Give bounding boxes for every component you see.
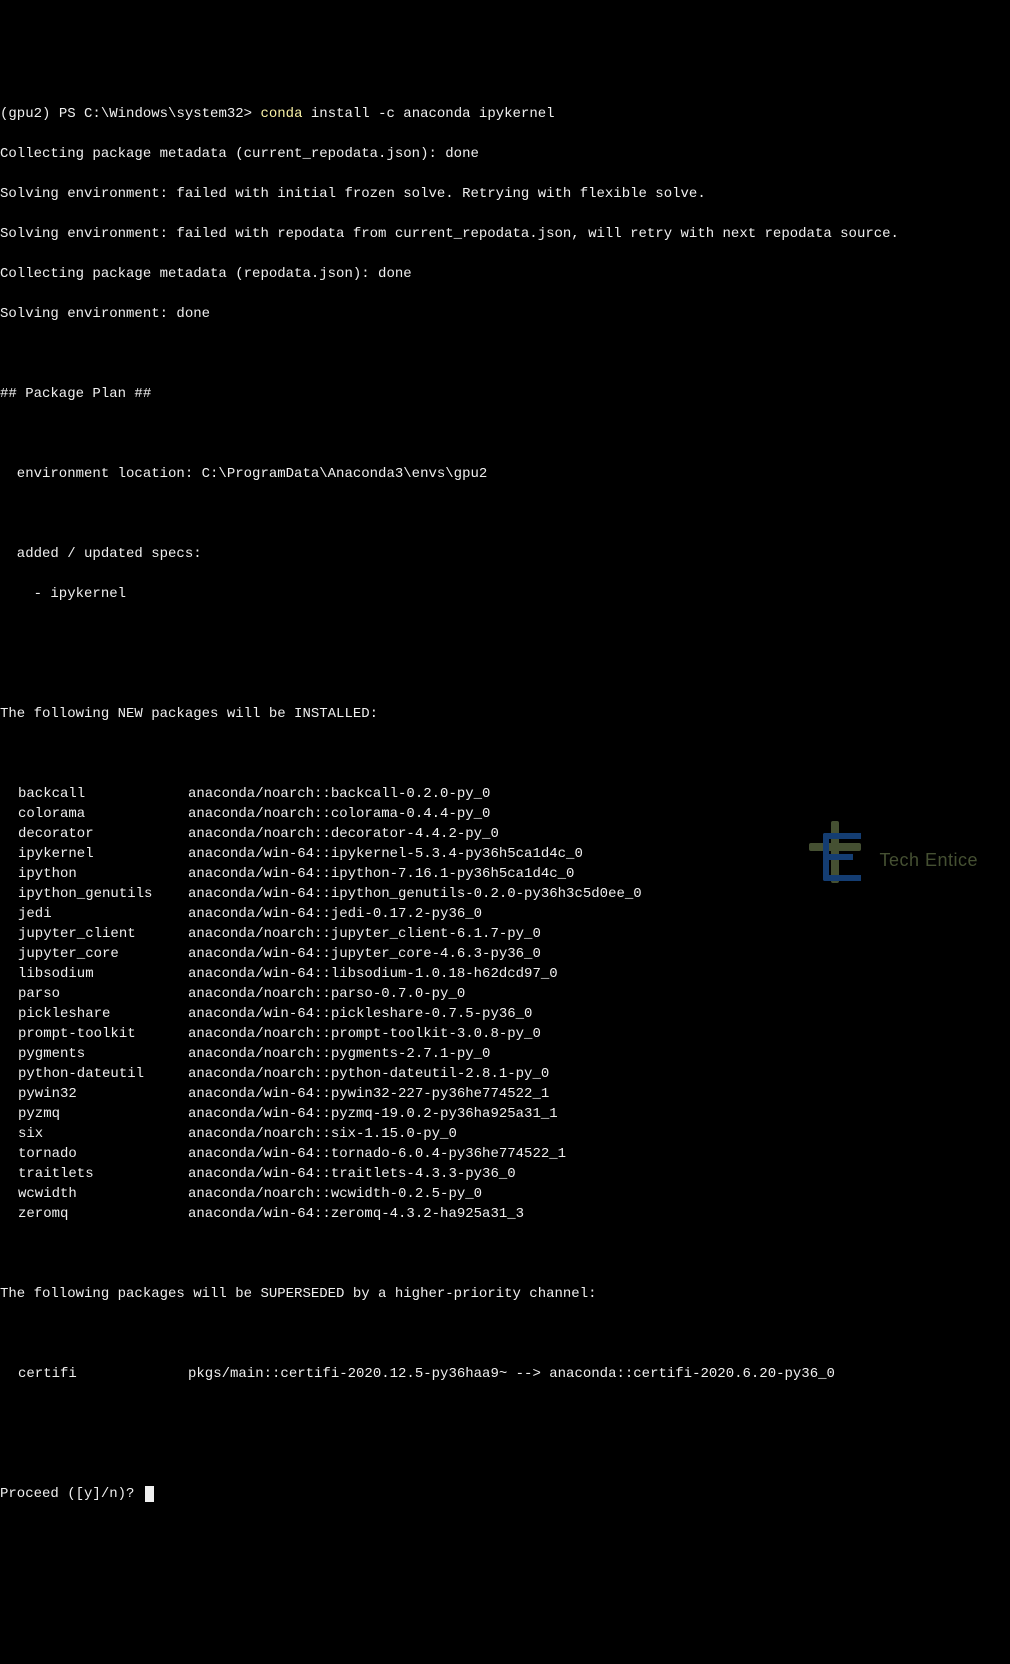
package-row: jupyter_coreanaconda/win-64::jupyter_cor… <box>0 944 1010 964</box>
ps-prefix: PS <box>59 106 84 122</box>
package-row: sixanaconda/noarch::six-1.15.0-py_0 <box>0 1124 1010 1144</box>
package-name: pygments <box>0 1044 188 1064</box>
added-specs-header: added / updated specs: <box>0 544 1010 564</box>
package-plan-header: ## Package Plan ## <box>0 384 1010 404</box>
spec-item: - ipykernel <box>0 584 1010 604</box>
package-name: backcall <box>0 784 188 804</box>
output-line: Solving environment: failed with initial… <box>0 184 1010 204</box>
package-row: libsodiumanaconda/win-64::libsodium-1.0.… <box>0 964 1010 984</box>
package-name: ipython <box>0 864 188 884</box>
package-row: zeromqanaconda/win-64::zeromq-4.3.2-ha92… <box>0 1204 1010 1224</box>
package-name: tornado <box>0 1144 188 1164</box>
package-row: backcallanaconda/noarch::backcall-0.2.0-… <box>0 784 1010 804</box>
package-name: ipykernel <box>0 844 188 864</box>
package-detail: anaconda/win-64::ipython_genutils-0.2.0-… <box>188 884 642 904</box>
output-line: Solving environment: done <box>0 304 1010 324</box>
package-row: traitletsanaconda/win-64::traitlets-4.3.… <box>0 1164 1010 1184</box>
package-detail: anaconda/noarch::wcwidth-0.2.5-py_0 <box>188 1184 482 1204</box>
package-name: prompt-toolkit <box>0 1024 188 1044</box>
package-row: pygmentsanaconda/noarch::pygments-2.7.1-… <box>0 1044 1010 1064</box>
proceed-text: Proceed ([y]/n)? <box>0 1486 143 1502</box>
package-row: pickleshareanaconda/win-64::pickleshare-… <box>0 1004 1010 1024</box>
command-args: install -c anaconda ipykernel <box>302 106 554 122</box>
package-name: jedi <box>0 904 188 924</box>
package-name: python-dateutil <box>0 1064 188 1084</box>
proceed-prompt[interactable]: Proceed ([y]/n)? <box>0 1484 1010 1504</box>
package-name: pickleshare <box>0 1004 188 1024</box>
command-word: conda <box>260 106 302 122</box>
package-detail: anaconda/win-64::traitlets-4.3.3-py36_0 <box>188 1164 516 1184</box>
package-row: jedianaconda/win-64::jedi-0.17.2-py36_0 <box>0 904 1010 924</box>
package-detail: anaconda/win-64::ipython-7.16.1-py36h5ca… <box>188 864 574 884</box>
package-name: decorator <box>0 824 188 844</box>
package-detail: anaconda/noarch::colorama-0.4.4-py_0 <box>188 804 490 824</box>
package-name: colorama <box>0 804 188 824</box>
blank-line <box>0 344 1010 364</box>
package-detail: anaconda/noarch::backcall-0.2.0-py_0 <box>188 784 490 804</box>
command-line: (gpu2) PS C:\Windows\system32> conda ins… <box>0 104 1010 124</box>
package-row: pywin32anaconda/win-64::pywin32-227-py36… <box>0 1084 1010 1104</box>
blank-line <box>0 624 1010 644</box>
superseded-header: The following packages will be SUPERSEDE… <box>0 1284 1010 1304</box>
package-row: pyzmqanaconda/win-64::pyzmq-19.0.2-py36h… <box>0 1104 1010 1124</box>
package-name: ipython_genutils <box>0 884 188 904</box>
package-row: wcwidthanaconda/noarch::wcwidth-0.2.5-py… <box>0 1184 1010 1204</box>
package-name: wcwidth <box>0 1184 188 1204</box>
package-detail: anaconda/noarch::python-dateutil-2.8.1-p… <box>188 1064 549 1084</box>
package-detail: anaconda/noarch::pygments-2.7.1-py_0 <box>188 1044 490 1064</box>
output-line: Collecting package metadata (repodata.js… <box>0 264 1010 284</box>
package-name: jupyter_core <box>0 944 188 964</box>
terminal-output[interactable]: (gpu2) PS C:\Windows\system32> conda ins… <box>0 80 1010 1524</box>
package-detail: anaconda/win-64::pickleshare-0.7.5-py36_… <box>188 1004 532 1024</box>
watermark-logo-icon <box>809 821 871 899</box>
package-detail: anaconda/noarch::prompt-toolkit-3.0.8-py… <box>188 1024 541 1044</box>
package-name: pywin32 <box>0 1084 188 1104</box>
package-name: traitlets <box>0 1164 188 1184</box>
package-row: jupyter_clientanaconda/noarch::jupyter_c… <box>0 924 1010 944</box>
package-detail: anaconda/win-64::jedi-0.17.2-py36_0 <box>188 904 482 924</box>
package-row: python-dateutilanaconda/noarch::python-d… <box>0 1064 1010 1084</box>
package-detail: anaconda/win-64::pywin32-227-py36he77452… <box>188 1084 549 1104</box>
package-detail: anaconda/win-64::ipykernel-5.3.4-py36h5c… <box>188 844 583 864</box>
package-row: parsoanaconda/noarch::parso-0.7.0-py_0 <box>0 984 1010 1004</box>
output-line: Collecting package metadata (current_rep… <box>0 144 1010 164</box>
blank-line <box>0 1444 1010 1464</box>
watermark-text: Tech Entice <box>879 850 978 870</box>
package-name: jupyter_client <box>0 924 188 944</box>
blank-line <box>0 1404 1010 1424</box>
package-row: tornadoanaconda/win-64::tornado-6.0.4-py… <box>0 1144 1010 1164</box>
package-detail: anaconda/win-64::pyzmq-19.0.2-py36ha925a… <box>188 1104 558 1124</box>
superseded-detail: pkgs/main::certifi-2020.12.5-py36haa9~ -… <box>188 1364 835 1384</box>
package-name: six <box>0 1124 188 1144</box>
package-detail: anaconda/win-64::jupyter_core-4.6.3-py36… <box>188 944 541 964</box>
package-detail: anaconda/noarch::six-1.15.0-py_0 <box>188 1124 457 1144</box>
blank-line <box>0 1324 1010 1344</box>
package-name: parso <box>0 984 188 1004</box>
blank-line <box>0 504 1010 524</box>
package-name: zeromq <box>0 1204 188 1224</box>
package-row: prompt-toolkitanaconda/noarch::prompt-to… <box>0 1024 1010 1044</box>
cwd-path: C:\Windows\system32> <box>84 106 260 122</box>
blank-line <box>0 744 1010 764</box>
package-detail: anaconda/noarch::decorator-4.4.2-py_0 <box>188 824 499 844</box>
watermark: Tech Entice <box>809 821 978 899</box>
env-prefix: (gpu2) <box>0 106 59 122</box>
package-detail: anaconda/noarch::parso-0.7.0-py_0 <box>188 984 465 1004</box>
package-name: pyzmq <box>0 1104 188 1124</box>
blank-line <box>0 664 1010 684</box>
blank-line <box>0 1244 1010 1264</box>
package-name: libsodium <box>0 964 188 984</box>
package-detail: anaconda/win-64::libsodium-1.0.18-h62dcd… <box>188 964 558 984</box>
superseded-name: certifi <box>0 1364 188 1384</box>
package-detail: anaconda/win-64::tornado-6.0.4-py36he774… <box>188 1144 566 1164</box>
output-line: Solving environment: failed with repodat… <box>0 224 1010 244</box>
superseded-row: certifipkgs/main::certifi-2020.12.5-py36… <box>0 1364 1010 1384</box>
package-detail: anaconda/noarch::jupyter_client-6.1.7-py… <box>188 924 541 944</box>
package-detail: anaconda/win-64::zeromq-4.3.2-ha925a31_3 <box>188 1204 524 1224</box>
new-packages-header: The following NEW packages will be INSTA… <box>0 704 1010 724</box>
blank-line <box>0 424 1010 444</box>
cursor-icon <box>145 1486 154 1502</box>
env-location: environment location: C:\ProgramData\Ana… <box>0 464 1010 484</box>
